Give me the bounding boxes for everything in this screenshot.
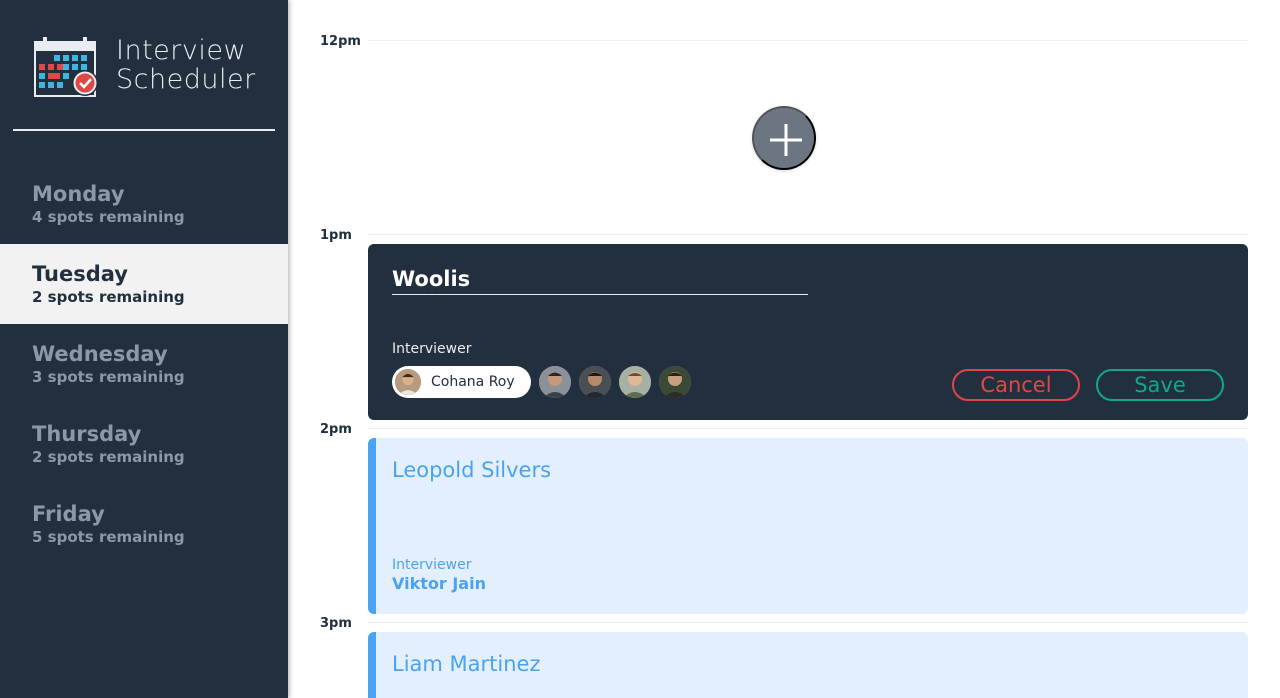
time-label-3pm: 3pm xyxy=(320,616,352,631)
interviewer-avatar[interactable] xyxy=(538,366,571,398)
cancel-button[interactable]: Cancel xyxy=(952,369,1080,401)
time-label-12pm: 12pm xyxy=(320,34,361,49)
day-name: Friday xyxy=(32,502,105,526)
interviewer-name: Viktor Jain xyxy=(392,574,486,593)
app-title: Interview Scheduler xyxy=(116,36,256,94)
calendar-check-icon xyxy=(34,37,98,97)
day-spots: 4 spots remaining xyxy=(32,208,185,226)
time-divider xyxy=(368,234,1248,235)
sidebar: Interview Scheduler Monday 4 spots remai… xyxy=(0,0,288,698)
avatar xyxy=(393,367,423,397)
interviewer-avatar[interactable] xyxy=(578,366,611,398)
time-divider xyxy=(368,40,1248,41)
student-name: Liam Martinez xyxy=(392,652,541,676)
student-name: Leopold Silvers xyxy=(392,458,552,482)
day-spots: 5 spots remaining xyxy=(32,528,185,546)
brand-logo: Interview Scheduler xyxy=(34,36,256,98)
interviewer-item-selected[interactable]: Cohana Roy xyxy=(392,366,531,398)
interviewer-heading: Interviewer xyxy=(392,557,472,573)
student-name-input[interactable] xyxy=(392,264,808,295)
day-name: Monday xyxy=(32,182,125,206)
interviewer-list: Cohana Roy xyxy=(392,366,699,398)
app-title-line2: Scheduler xyxy=(116,64,256,95)
interviewer-avatar[interactable] xyxy=(658,366,691,398)
sidebar-divider xyxy=(13,129,275,131)
save-button[interactable]: Save xyxy=(1096,369,1224,401)
day-item-friday[interactable]: Friday 5 spots remaining xyxy=(0,484,288,564)
add-appointment-button[interactable] xyxy=(752,106,816,170)
day-list: Monday 4 spots remaining Tuesday 2 spots… xyxy=(0,164,288,564)
day-item-thursday[interactable]: Thursday 2 spots remaining xyxy=(0,404,288,484)
day-name: Wednesday xyxy=(32,342,168,366)
day-item-wednesday[interactable]: Wednesday 3 spots remaining xyxy=(0,324,288,404)
time-divider xyxy=(368,428,1248,429)
app-title-line1: Interview xyxy=(116,35,247,66)
time-divider xyxy=(368,622,1248,623)
time-label-2pm: 2pm xyxy=(320,422,352,437)
appointment-card[interactable]: Leopold Silvers Interviewer Viktor Jain xyxy=(368,438,1248,614)
interviewer-name: Cohana Roy xyxy=(431,374,515,390)
plus-icon xyxy=(770,124,802,156)
day-item-monday[interactable]: Monday 4 spots remaining xyxy=(0,164,288,244)
day-spots: 2 spots remaining xyxy=(32,448,185,466)
schedule: 12pm 1pm Interviewer Cohana Roy xyxy=(288,0,1280,698)
appointment-card[interactable]: Liam Martinez xyxy=(368,632,1248,698)
day-name: Tuesday xyxy=(32,262,128,286)
day-item-tuesday[interactable]: Tuesday 2 spots remaining xyxy=(0,244,288,324)
day-spots: 3 spots remaining xyxy=(32,368,185,386)
day-name: Thursday xyxy=(32,422,142,446)
time-label-1pm: 1pm xyxy=(320,228,352,243)
interviewer-heading: Interviewer xyxy=(392,341,472,357)
interviewer-avatar[interactable] xyxy=(618,366,651,398)
day-spots: 2 spots remaining xyxy=(32,288,185,306)
appointment-form: Interviewer Cohana Roy Cancel Save xyxy=(368,244,1248,420)
